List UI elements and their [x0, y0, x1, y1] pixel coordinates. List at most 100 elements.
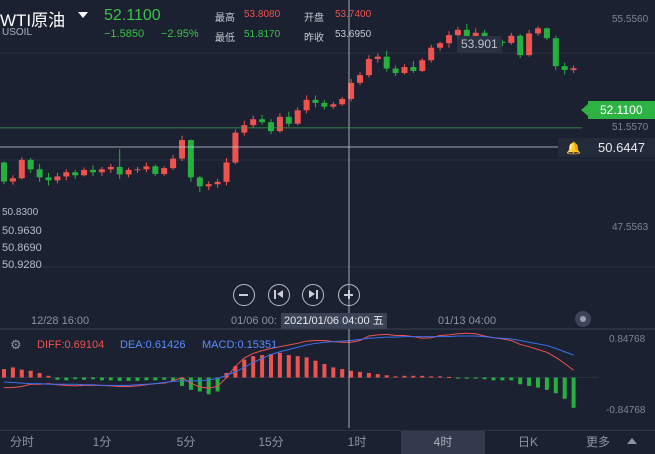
- tab-more[interactable]: 更多: [586, 431, 626, 454]
- candle-body: [285, 116, 292, 124]
- candle-body: [535, 28, 541, 34]
- macd-bar: [518, 377, 523, 385]
- macd-bar: [82, 377, 87, 380]
- macd-bar: [358, 371, 362, 378]
- macd-bar: [536, 377, 540, 388]
- candle-body: [410, 67, 417, 71]
- macd-bar: [331, 367, 336, 378]
- macd-bar: [571, 377, 576, 408]
- last-price: 52.1100: [104, 7, 161, 24]
- tab-timeframe[interactable]: 分时: [0, 431, 44, 454]
- tab-timeframe[interactable]: 日K: [502, 431, 554, 454]
- candle-body: [374, 56, 381, 60]
- low-value: 51.8170: [244, 29, 281, 40]
- candle-body: [54, 176, 61, 181]
- crosshair-time-label: 2021/01/06 04:00 五: [281, 313, 387, 329]
- macd-bar: [438, 376, 443, 378]
- macd-bar: [99, 377, 104, 381]
- macd-bar: [464, 377, 469, 379]
- candle-body: [214, 181, 221, 185]
- high-label: 最高: [215, 13, 235, 24]
- candle-body: [419, 60, 426, 71]
- scroll-handle[interactable]: [575, 311, 591, 327]
- macd-axis-top: 0.84768: [609, 334, 646, 345]
- chevron-down-icon[interactable]: [78, 12, 88, 18]
- candle-body: [152, 166, 159, 175]
- macd-bar: [162, 377, 167, 380]
- chart-window: WTI原油 USOIL 52.1100 −1.5850 −2.95% 最高 53…: [0, 0, 655, 454]
- candle-body: [561, 66, 568, 71]
- candle-body: [312, 99, 319, 103]
- legend-value: 50.9630: [2, 225, 42, 237]
- price-alert[interactable]: 🔔 50.6447: [558, 138, 655, 157]
- candle-body: [268, 122, 274, 132]
- prev-close-value: 53.6950: [335, 29, 372, 40]
- macd-bar: [384, 375, 389, 378]
- candle-body: [81, 169, 88, 176]
- candle-body: [543, 28, 550, 39]
- symbol-code: USOIL: [2, 27, 33, 38]
- macd-bar: [420, 375, 425, 378]
- time-label: 01/13 04:00: [438, 315, 497, 327]
- macd-bar: [509, 377, 514, 381]
- candle-body: [383, 56, 390, 69]
- macd-bar: [349, 370, 354, 378]
- candle-body: [116, 166, 123, 175]
- scroll-right-button[interactable]: [302, 284, 324, 306]
- macd-bar: [2, 369, 6, 378]
- candle-body: [170, 158, 177, 169]
- macd-bar: [402, 375, 407, 378]
- candle-body: [365, 59, 372, 76]
- macd-value-label: MACD:0.15351: [202, 339, 278, 351]
- price-change: −1.5850: [104, 28, 145, 40]
- candle-body: [27, 159, 34, 170]
- candle-body: [18, 159, 25, 179]
- triangle-left-icon: [277, 290, 283, 298]
- zoom-out-button[interactable]: [233, 284, 255, 306]
- macd-bar: [473, 377, 478, 379]
- macd-bar: [73, 377, 78, 380]
- zoom-in-button[interactable]: [338, 284, 360, 306]
- macd-bar: [500, 377, 505, 381]
- macd-bar: [135, 377, 140, 381]
- tab-timeframe[interactable]: 5分: [160, 431, 212, 454]
- macd-bar: [269, 353, 273, 378]
- macd-bar: [55, 377, 60, 380]
- tab-timeframe-active[interactable]: 4时: [401, 431, 485, 454]
- candle-body: [276, 116, 283, 132]
- candle-body: [357, 75, 363, 83]
- candle-body: [107, 166, 114, 170]
- tab-timeframe[interactable]: 1时: [331, 431, 383, 454]
- macd-axis-bottom: -0.84768: [606, 405, 646, 416]
- candle-body: [437, 43, 444, 48]
- high-value: 53.8080: [244, 9, 281, 20]
- macd-bar: [366, 373, 371, 378]
- macd-bar: [197, 377, 202, 392]
- scroll-handle-dot: [580, 316, 586, 322]
- candle-body: [339, 98, 346, 105]
- gear-icon[interactable]: ⚙: [10, 337, 22, 353]
- candle-body: [63, 172, 70, 177]
- triangle-right-icon: [309, 290, 315, 298]
- alert-price: 50.6447: [598, 140, 645, 155]
- macd-bar: [153, 377, 158, 381]
- candlestick-chart[interactable]: [0, 0, 655, 454]
- candle-body: [508, 35, 515, 43]
- macd-bar: [313, 360, 318, 378]
- candle-body: [143, 166, 150, 170]
- candle-body: [392, 68, 399, 74]
- tab-timeframe[interactable]: 1分: [76, 431, 128, 454]
- tab-timeframe[interactable]: 15分: [243, 431, 299, 454]
- prev-close-label: 昨收: [304, 33, 324, 44]
- candle-body: [552, 38, 559, 67]
- last-price-tag-label: 52.1100: [600, 103, 643, 117]
- macd-bar: [46, 375, 51, 378]
- candle-body: [36, 169, 43, 178]
- bell-icon[interactable]: 🔔: [566, 141, 581, 155]
- macd-bar: [491, 377, 496, 381]
- scroll-left-button[interactable]: [268, 284, 290, 306]
- macd-bar: [482, 377, 487, 380]
- caret-up-icon[interactable]: [627, 438, 637, 444]
- candle-body: [125, 169, 132, 175]
- bar-icon: [274, 290, 276, 299]
